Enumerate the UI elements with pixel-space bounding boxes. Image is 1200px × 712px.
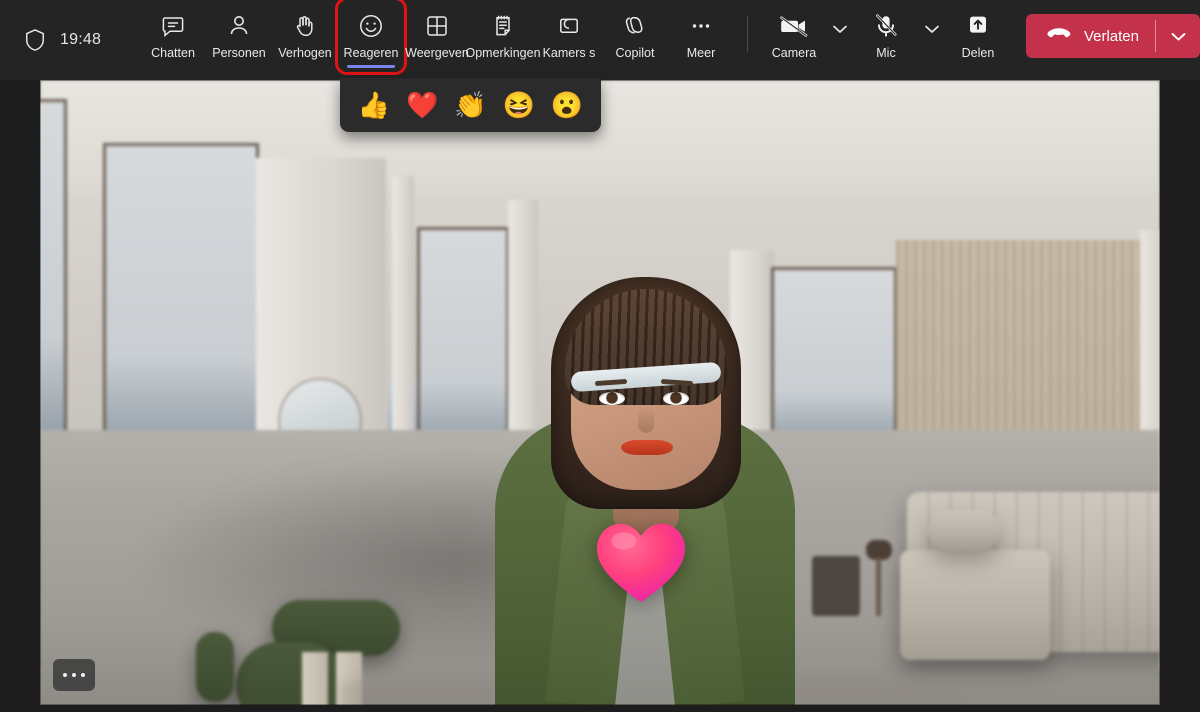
toolbar-divider <box>747 16 748 52</box>
notes-icon <box>490 11 516 41</box>
reaction-heart[interactable]: ❤️ <box>406 92 438 118</box>
participant-avatar <box>495 145 795 705</box>
toolbar-label-camera: Camera <box>772 46 816 60</box>
leave-meeting-button[interactable]: Verlaten <box>1026 14 1200 58</box>
leave-main-area[interactable]: Verlaten <box>1026 14 1155 58</box>
toolbar-button-react[interactable]: Reageren <box>338 0 404 72</box>
reaction-surprised[interactable]: 😮 <box>551 92 583 118</box>
toolbar-button-copilot[interactable]: Copilot <box>602 0 668 72</box>
toolbar-label-chat: Chatten <box>151 46 195 60</box>
shield-icon <box>24 28 46 52</box>
toolbar-label-people: Personen <box>212 46 266 60</box>
meeting-clock: 19:48 <box>60 31 101 49</box>
reaction-flyout: 👍 ❤️ 👏 😆 😮 <box>340 78 601 132</box>
toolbar-label-more: Meer <box>687 46 715 60</box>
camera-options-chevron[interactable] <box>827 0 853 72</box>
toolbar-label-react: Reageren <box>344 46 399 60</box>
mic-options-chevron[interactable] <box>919 0 945 72</box>
heart-reaction-overlay <box>593 518 689 606</box>
camera-control-group: Camera <box>761 0 853 72</box>
toolbar-button-chat[interactable]: Chatten <box>140 0 206 72</box>
reaction-laugh[interactable]: 😆 <box>502 92 534 118</box>
toolbar-center-group: Chatten Personen <box>140 0 1011 80</box>
toolbar-button-people[interactable]: Personen <box>206 0 272 72</box>
teams-meeting-window: 19:48 Chatten Pers <box>0 0 1200 712</box>
active-tab-underline <box>347 65 395 68</box>
toolbar-label-mic: Mic <box>876 46 895 60</box>
toolbar-label-share: Delen <box>962 46 995 60</box>
toolbar-button-mic[interactable]: Mic <box>853 0 919 72</box>
participant-more-options-button[interactable] <box>53 659 95 691</box>
grid-layout-icon <box>424 11 450 41</box>
ellipsis-dot <box>63 673 67 677</box>
toolbar-label-rooms: Kamers s <box>543 46 596 60</box>
toolbar-label-copilot: Copilot <box>616 46 655 60</box>
toolbar-button-share[interactable]: Delen <box>945 0 1011 72</box>
raise-hand-icon <box>292 11 318 41</box>
toolbar-button-camera[interactable]: Camera <box>761 0 827 72</box>
share-screen-icon <box>964 11 992 41</box>
reaction-applause[interactable]: 👏 <box>454 92 486 118</box>
toolbar-button-notes[interactable]: Opmerkingen <box>470 0 536 72</box>
breakout-rooms-icon <box>556 11 582 41</box>
reaction-thumbs-up[interactable]: 👍 <box>358 92 390 118</box>
mic-control-group: Mic <box>853 0 945 72</box>
ellipsis-dot <box>72 673 76 677</box>
toolbar-left-group: 19:48 <box>0 28 140 52</box>
toolbar-button-more[interactable]: Meer <box>668 0 734 72</box>
toolbar-label-raise-hand: Verhogen <box>278 46 332 60</box>
toolbar-button-view[interactable]: Weergeven <box>404 0 470 72</box>
chat-bubble-icon <box>160 11 186 41</box>
person-icon <box>226 11 252 41</box>
toolbar-right-group: Verlaten <box>1016 0 1200 80</box>
toolbar-label-notes: Opmerkingen <box>465 46 540 60</box>
copilot-icon <box>621 11 649 41</box>
toolbar-label-view: Weergeven <box>405 46 469 60</box>
mic-off-icon <box>873 11 899 41</box>
meeting-toolbar: 19:48 Chatten Pers <box>0 0 1200 80</box>
ellipsis-icon <box>688 11 714 41</box>
leave-button-label: Verlaten <box>1084 28 1139 45</box>
ellipsis-dot <box>81 673 85 677</box>
video-stage[interactable] <box>40 80 1160 705</box>
camera-off-icon <box>779 11 809 41</box>
toolbar-button-rooms[interactable]: Kamers s <box>536 0 602 72</box>
smiley-face-icon <box>357 11 385 41</box>
hang-up-icon <box>1046 26 1072 47</box>
toolbar-button-raise-hand[interactable]: Verhogen <box>272 0 338 72</box>
leave-options-chevron[interactable] <box>1156 14 1200 58</box>
